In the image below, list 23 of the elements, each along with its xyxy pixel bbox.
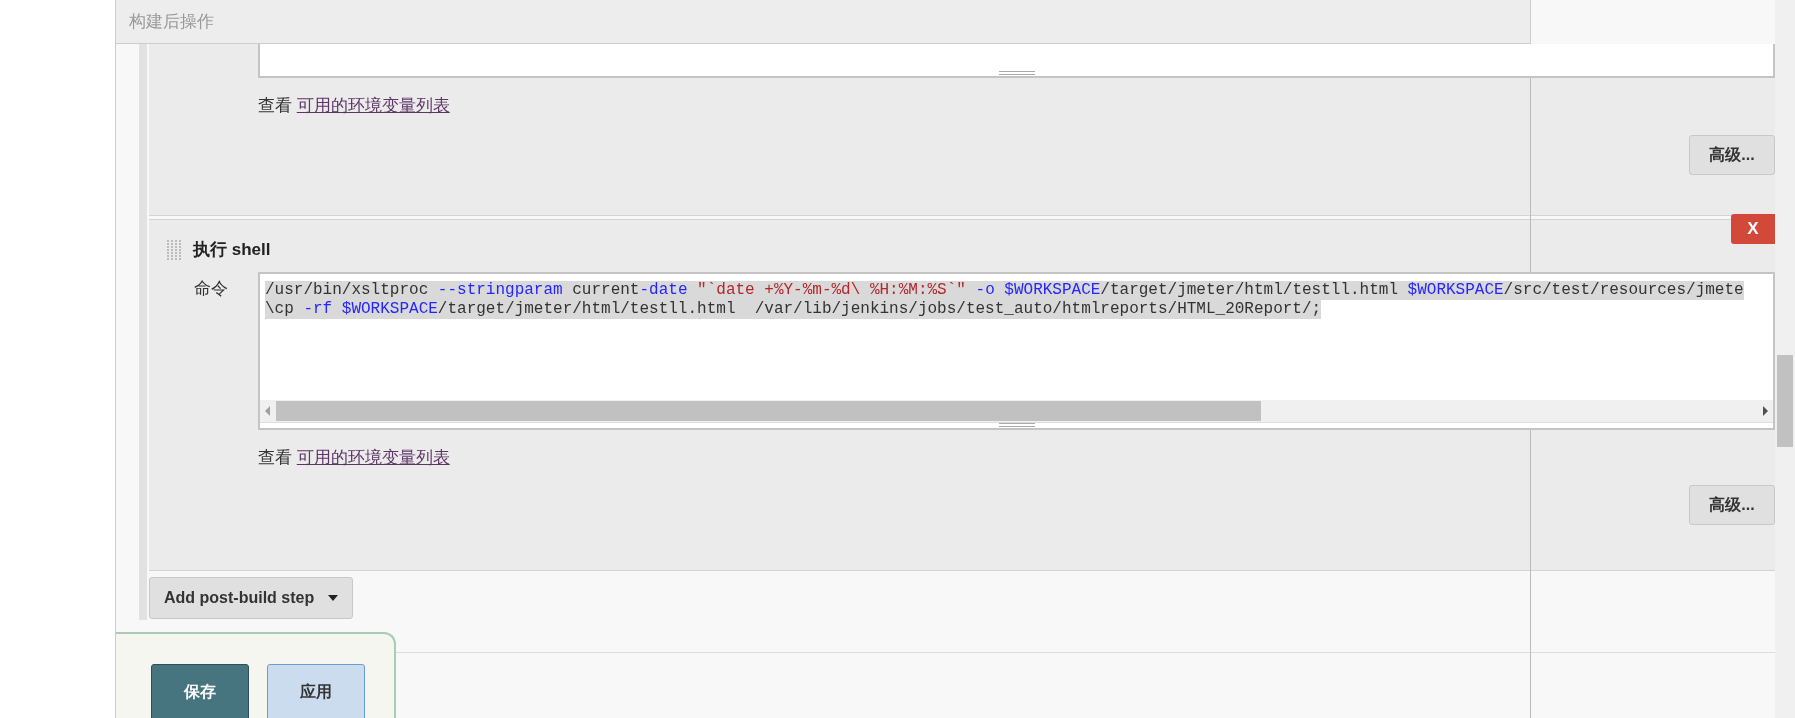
save-button[interactable]: 保存 xyxy=(151,664,249,718)
env-vars-link[interactable]: 可用的环境变量列表 xyxy=(296,96,450,115)
env-vars-note: 查看 可用的环境变量列表 xyxy=(258,446,451,469)
step-title: 执行 shell xyxy=(193,239,271,261)
text-area[interactable] xyxy=(258,44,1775,78)
resize-handle-icon xyxy=(998,422,1035,427)
field-label: 命令 xyxy=(193,277,229,300)
resize-handle-icon xyxy=(998,71,1035,75)
drag-handle-icon[interactable] xyxy=(167,238,183,261)
scrollbar-thumb[interactable] xyxy=(1777,355,1793,447)
horizontal-scrollbar[interactable] xyxy=(260,399,1773,422)
env-vars-note: 查看 可用的环境变量列表 xyxy=(258,95,451,117)
scrollbar-thumb[interactable] xyxy=(276,400,1261,421)
add-post-build-step-button[interactable]: Add post-build step xyxy=(149,577,354,619)
caret-icon xyxy=(328,595,339,601)
page-scrollbar[interactable] xyxy=(1775,0,1795,718)
delete-button[interactable]: X xyxy=(1731,214,1775,244)
section-title: 构建后操作 xyxy=(128,10,214,33)
apply-button[interactable]: 应用 xyxy=(267,664,365,718)
advanced-button[interactable]: 高级... xyxy=(1689,484,1775,525)
advanced-button[interactable]: 高级... xyxy=(1689,135,1775,175)
env-vars-link[interactable]: 可用的环境变量列表 xyxy=(296,447,450,467)
command-editor[interactable] xyxy=(258,271,1775,430)
